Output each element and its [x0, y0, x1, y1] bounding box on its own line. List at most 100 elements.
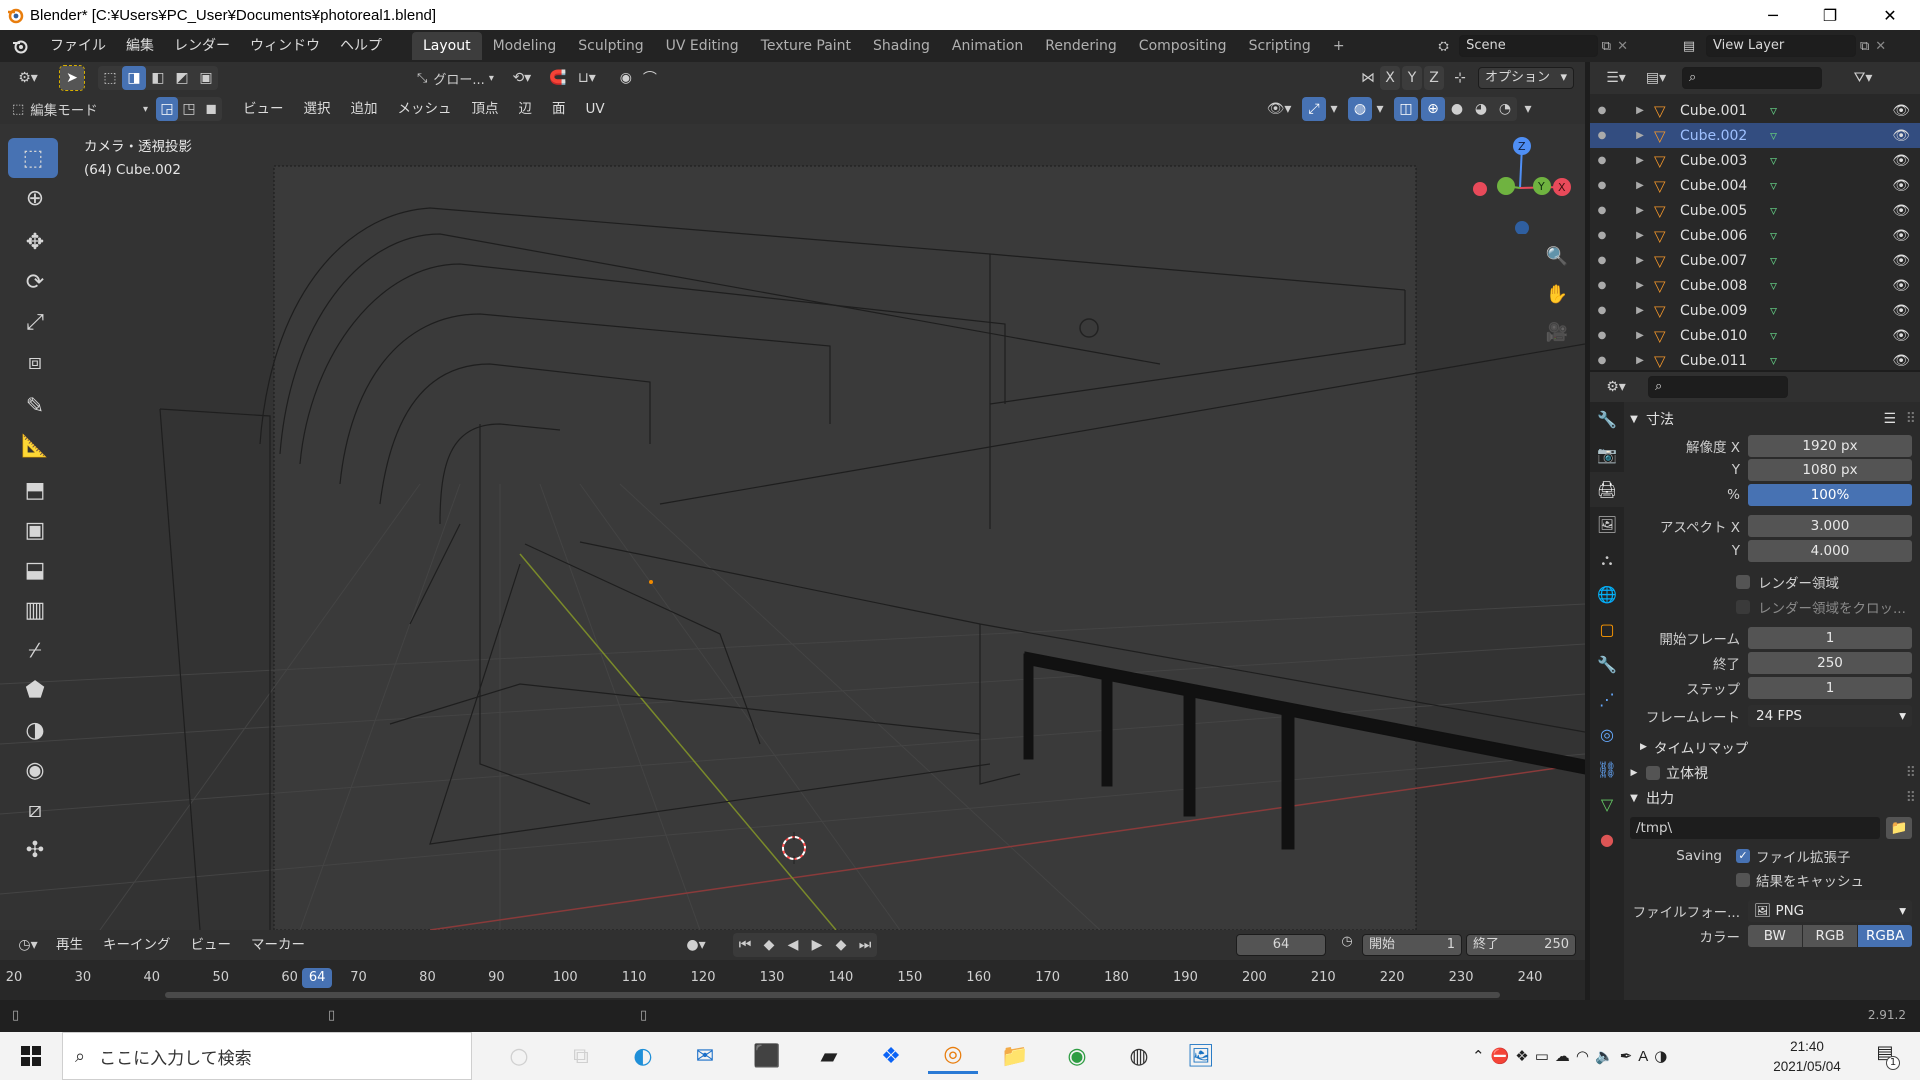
render-region-checkbox[interactable] — [1736, 575, 1750, 589]
play-icon[interactable]: ▶ — [805, 933, 829, 957]
view-layer-name-field[interactable]: View Layer — [1706, 35, 1856, 57]
mirror-y-toggle[interactable]: Y — [1402, 66, 1422, 90]
world-tab-icon[interactable]: 🌐 — [1590, 577, 1624, 612]
eye-icon[interactable]: 👁 — [1892, 228, 1910, 244]
close-button[interactable]: ✕ — [1862, 0, 1918, 30]
crop-region-checkbox[interactable] — [1736, 600, 1750, 614]
resolution-x-field[interactable]: 1920 px — [1748, 435, 1912, 457]
color-bw-button[interactable]: BW — [1748, 925, 1802, 947]
dot-icon[interactable]: ● — [1590, 130, 1614, 141]
drag-handle-icon[interactable]: ⠿ — [1906, 790, 1916, 806]
display-mode-icon[interactable]: ▤▾ — [1638, 66, 1674, 90]
select-intersect-icon[interactable]: ▣ — [194, 66, 218, 90]
menu-view[interactable]: ビュー — [233, 93, 294, 125]
properties-editor-type-icon[interactable]: ⚙▾ — [1598, 375, 1634, 399]
menu-marker[interactable]: マーカー — [241, 929, 315, 961]
expand-arrow-icon[interactable]: ▶ — [1626, 255, 1654, 266]
ime-indicator[interactable]: A — [1638, 1048, 1648, 1065]
output-tab-icon[interactable]: 🖨 — [1590, 472, 1624, 507]
transform-orientation-dropdown[interactable]: ⤡ グロー... ▾ — [417, 69, 494, 88]
properties-search-input[interactable]: ⌕ — [1648, 376, 1788, 398]
stereoscopy-checkbox[interactable] — [1646, 766, 1660, 780]
ime-mode-icon[interactable]: ◑ — [1654, 1047, 1667, 1065]
select-set-icon[interactable]: ◨ — [122, 66, 146, 90]
notification-center-icon[interactable]: ▤ 1 — [1870, 1042, 1900, 1070]
blender-taskbar-icon[interactable]: ◎ — [928, 1038, 978, 1074]
loop-cut-tool-icon[interactable]: ▥ — [8, 590, 62, 630]
color-rgba-button[interactable]: RGBA — [1858, 925, 1912, 947]
mirror-icon[interactable]: ⋈ — [1356, 66, 1380, 90]
view-layer-remove-icon[interactable]: ✕ — [1875, 39, 1886, 54]
task-view-icon[interactable]: ⧉ — [556, 1038, 606, 1074]
scene-tab-icon[interactable]: ⛬ — [1590, 542, 1624, 577]
outliner-editor-type-icon[interactable]: ☰▾ — [1598, 66, 1634, 90]
chevron-down-icon[interactable]: ▾ — [1326, 97, 1342, 121]
outliner-item[interactable]: ● ▶ ▽ Cube.005 ▿ 👁 — [1590, 198, 1920, 223]
rendered-shading-icon[interactable]: ◔ — [1493, 97, 1517, 121]
tab-layout[interactable]: Layout — [412, 32, 482, 60]
view-layer-tab-icon[interactable]: 🖼 — [1590, 507, 1624, 542]
select-tool-icon[interactable]: ⬚ — [8, 138, 58, 178]
drag-handle-icon[interactable]: ⠿ — [1906, 765, 1916, 781]
folder-icon[interactable]: 📁 — [1886, 817, 1912, 839]
expand-arrow-icon[interactable]: ▶ — [1626, 330, 1654, 341]
jump-start-icon[interactable]: ⏮ — [733, 933, 757, 957]
time-remap-panel-header[interactable]: ▶ タイムリマップ — [1626, 734, 1920, 760]
expand-arrow-icon[interactable]: ▶ — [1626, 355, 1654, 366]
stereoscopy-panel-header[interactable]: ▶ 立体視 ⠿ — [1626, 760, 1920, 786]
tab-uv-editing[interactable]: UV Editing — [655, 32, 750, 60]
dropbox-tray-icon[interactable]: ❖ — [1515, 1047, 1528, 1065]
snap-target-icon[interactable]: ⊔▾ — [570, 66, 604, 90]
vertex-select-icon[interactable]: ◲ — [156, 97, 178, 121]
scene-selector[interactable]: ⛭ Scene ⧉ ✕ — [1428, 35, 1628, 57]
mesh-data-icon[interactable]: ▿ — [1770, 278, 1790, 294]
view-layer-selector[interactable]: ▤ View Layer ⧉ ✕ — [1672, 35, 1918, 57]
tab-modeling[interactable]: Modeling — [482, 32, 568, 60]
outliner-item[interactable]: ● ▶ ▽ Cube.006 ▿ 👁 — [1590, 223, 1920, 248]
poly-build-tool-icon[interactable]: ⬟ — [8, 670, 62, 710]
zoom-icon[interactable]: 🔍 — [1543, 242, 1571, 270]
dot-icon[interactable]: ● — [1590, 105, 1614, 116]
file-extension-checkbox[interactable]: ✓ — [1736, 849, 1750, 863]
end-frame-field[interactable]: 終了 250 — [1466, 934, 1576, 956]
blender-menu-icon[interactable] — [0, 37, 40, 55]
proportional-edit-icon[interactable]: ◉ — [614, 66, 638, 90]
dot-icon[interactable]: ● — [1590, 355, 1614, 366]
eye-icon[interactable]: 👁 — [1892, 178, 1910, 194]
visibility-icon[interactable]: 👁▾ — [1262, 97, 1296, 121]
filter-icon[interactable]: ⛛▾ — [1846, 66, 1880, 90]
crop-region-row[interactable]: レンダー領域をクロッ... — [1626, 595, 1920, 619]
outliner-item[interactable]: ● ▶ ▽ Cube.010 ▿ 👁 — [1590, 323, 1920, 348]
cursor-tool-icon[interactable]: ⊕ — [8, 178, 62, 218]
file-format-dropdown[interactable]: 🖼 PNG ▾ — [1748, 900, 1912, 922]
presets-icon[interactable]: ☰ — [1883, 411, 1896, 427]
frame-rate-dropdown[interactable]: 24 FPS ▾ — [1748, 705, 1912, 727]
start-frame-field[interactable]: 開始 1 — [1362, 934, 1462, 956]
outliner-item[interactable]: ● ▶ ▽ Cube.007 ▿ 👁 — [1590, 248, 1920, 273]
menu-mesh[interactable]: メッシュ — [388, 93, 462, 125]
frame-start-field[interactable]: 1 — [1748, 627, 1912, 649]
material-shading-icon[interactable]: ◕ — [1469, 97, 1493, 121]
scale-tool-icon[interactable]: ⤢ — [8, 302, 62, 342]
select-tool-icon[interactable]: ➤ — [59, 65, 85, 91]
shrink-fatten-tool-icon[interactable]: ✣ — [8, 830, 62, 870]
current-frame-field[interactable]: 64 — [1236, 934, 1326, 956]
physics-tab-icon[interactable]: ◎ — [1590, 717, 1624, 752]
transform-tool-icon[interactable]: ⧈ — [8, 342, 62, 382]
aspect-x-field[interactable]: 3.000 — [1748, 515, 1912, 537]
annotate-tool-icon[interactable]: ✎ — [8, 386, 62, 426]
material-tab-icon[interactable]: ● — [1590, 822, 1624, 857]
cache-result-row[interactable]: 結果をキャッシュ — [1626, 868, 1920, 892]
next-keyframe-icon[interactable]: ◆ — [829, 933, 853, 957]
tab-scripting[interactable]: Scripting — [1238, 32, 1322, 60]
mesh-data-icon[interactable]: ▿ — [1770, 128, 1790, 144]
resolution-y-field[interactable]: 1080 px — [1748, 459, 1912, 481]
smooth-tool-icon[interactable]: ◉ — [8, 750, 62, 790]
output-path-input[interactable]: /tmp\ — [1630, 817, 1880, 839]
mail-icon[interactable]: ✉ — [680, 1038, 730, 1074]
constraints-tab-icon[interactable]: ⛓ — [1590, 752, 1624, 787]
mesh-data-icon[interactable]: ▿ — [1770, 178, 1790, 194]
menu-timeline-view[interactable]: ビュー — [181, 929, 242, 961]
mesh-data-icon[interactable]: ▿ — [1770, 153, 1790, 169]
tab-rendering[interactable]: Rendering — [1034, 32, 1128, 60]
